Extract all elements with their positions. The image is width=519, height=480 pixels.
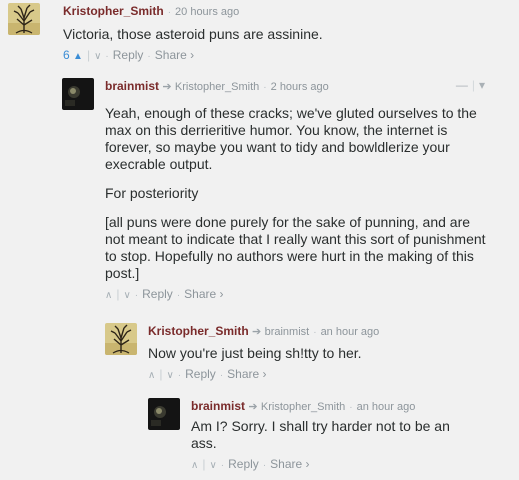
- comment-header: brainmist ➔ Kristopher_Smith · an hour ago: [191, 398, 481, 416]
- dark-avatar-icon: [148, 398, 180, 430]
- reply-button[interactable]: Reply: [113, 48, 144, 62]
- upvote-icon[interactable]: ∧: [148, 370, 155, 381]
- share-button[interactable]: Share ›: [227, 367, 266, 381]
- downvote-icon[interactable]: ∨: [123, 290, 130, 301]
- separator-dot: ·: [176, 290, 181, 301]
- comment-text: Victoria, those asteroid puns are assini…: [63, 26, 503, 43]
- avatar[interactable]: [105, 323, 137, 355]
- comment-text: Am I? Sorry. I shall try harder not to b…: [191, 418, 471, 452]
- comment-paragraph: Victoria, those asteroid puns are assini…: [63, 26, 323, 42]
- comment-controls: — | ▾: [456, 78, 485, 92]
- comment-paragraph: Now you're just being sh!tty to her.: [148, 345, 362, 361]
- avatar[interactable]: [62, 78, 94, 110]
- separator-dot: ·: [219, 370, 224, 381]
- reply-to-name[interactable]: brainmist: [265, 326, 310, 338]
- timestamp[interactable]: an hour ago: [321, 326, 380, 338]
- collapse-button[interactable]: —: [456, 78, 468, 92]
- separator-dot: ·: [262, 460, 267, 471]
- comment-footer: 6 ▲ | ∨ · Reply · Share ›: [63, 47, 503, 65]
- comment-footer: ∧ | ∨ · Reply · Share ›: [191, 456, 481, 474]
- reply-button[interactable]: Reply: [228, 457, 259, 471]
- author-name[interactable]: Kristopher_Smith: [63, 4, 164, 18]
- reply-to-name[interactable]: Kristopher_Smith: [261, 401, 345, 413]
- comment-header: brainmist ➔ Kristopher_Smith · 2 hours ago: [105, 78, 490, 96]
- comment-paragraph: Yeah, enough of these cracks; we've glut…: [105, 105, 477, 172]
- menu-chevron-icon[interactable]: ▾: [479, 78, 485, 92]
- divider: |: [116, 287, 120, 301]
- separator-dot: ·: [220, 460, 225, 471]
- timestamp[interactable]: 2 hours ago: [271, 81, 329, 93]
- comment-header: Kristopher_Smith · 20 hours ago: [63, 3, 503, 21]
- separator-dot: ·: [177, 370, 182, 381]
- reply-arrow-icon: ➔: [252, 326, 262, 338]
- comment-paragraph: [all puns were done purely for the sake …: [105, 214, 486, 281]
- timestamp[interactable]: 20 hours ago: [175, 6, 239, 18]
- downvote-icon[interactable]: ∨: [209, 460, 216, 471]
- separator-dot: ·: [349, 402, 353, 413]
- reply-arrow-icon: ➔: [248, 401, 258, 413]
- divider: |: [86, 48, 91, 62]
- dark-avatar-icon: [62, 78, 94, 110]
- separator-dot: ·: [147, 51, 151, 62]
- comment-footer: ∧ | ∨ · Reply · Share ›: [105, 286, 490, 304]
- comment-header: Kristopher_Smith ➔ brainmist · an hour ago: [148, 323, 498, 341]
- author-name[interactable]: Kristopher_Smith: [148, 324, 249, 338]
- separator-dot: ·: [105, 51, 109, 62]
- tree-avatar-icon: [105, 323, 137, 355]
- separator-dot: ·: [134, 290, 139, 301]
- separator-dot: ·: [167, 7, 172, 18]
- share-button[interactable]: Share ›: [155, 48, 194, 62]
- downvote-icon[interactable]: ∨: [94, 51, 101, 62]
- reply-button[interactable]: Reply: [185, 367, 216, 381]
- comment-paragraph: Am I? Sorry. I shall try harder not to b…: [191, 418, 450, 451]
- tree-avatar-icon: [8, 3, 40, 35]
- author-name[interactable]: brainmist: [105, 79, 159, 93]
- separator-dot: ·: [313, 327, 317, 338]
- divider: |: [159, 367, 163, 381]
- divider: |: [202, 457, 206, 471]
- timestamp[interactable]: an hour ago: [357, 401, 416, 413]
- share-button[interactable]: Share ›: [184, 287, 223, 301]
- author-name[interactable]: brainmist: [191, 399, 245, 413]
- vote-count: 6: [63, 48, 70, 62]
- comment-footer: ∧ | ∨ · Reply · Share ›: [148, 366, 498, 384]
- comment-text: Now you're just being sh!tty to her.: [148, 345, 498, 362]
- divider: |: [471, 78, 475, 92]
- separator-dot: ·: [263, 82, 267, 93]
- comment-text: Yeah, enough of these cracks; we've glut…: [105, 105, 490, 282]
- reply-arrow-icon: ➔: [162, 81, 172, 93]
- share-button[interactable]: Share ›: [270, 457, 309, 471]
- upvote-icon[interactable]: ∧: [105, 290, 112, 301]
- reply-button[interactable]: Reply: [142, 287, 173, 301]
- avatar[interactable]: [148, 398, 180, 430]
- downvote-icon[interactable]: ∨: [166, 370, 173, 381]
- upvote-icon[interactable]: ∧: [191, 460, 198, 471]
- comment-paragraph: For posteriority: [105, 185, 199, 201]
- avatar[interactable]: [8, 3, 40, 35]
- upvote-icon[interactable]: ▲: [73, 51, 83, 62]
- reply-to-name[interactable]: Kristopher_Smith: [175, 81, 259, 93]
